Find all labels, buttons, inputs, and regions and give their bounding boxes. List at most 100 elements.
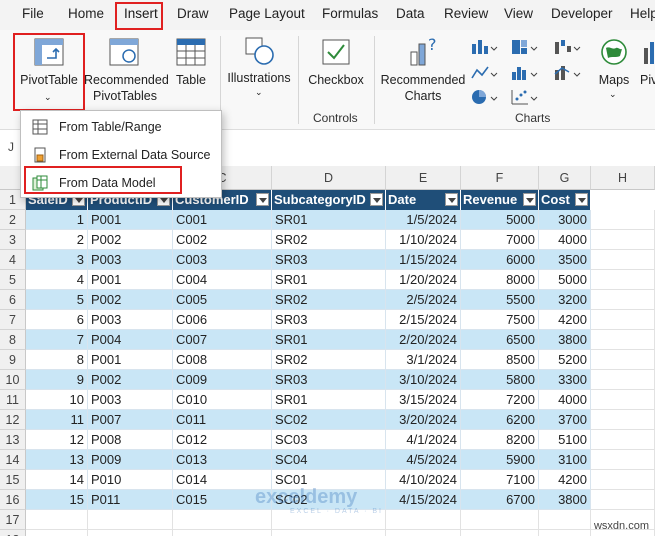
table-cell[interactable]: 4/1/2024 (386, 430, 461, 450)
table-cell[interactable]: 1/10/2024 (386, 230, 461, 250)
table-cell[interactable]: P002 (88, 370, 173, 390)
table-cell[interactable]: 5000 (461, 210, 539, 230)
empty-cell[interactable] (591, 290, 655, 310)
table-cell[interactable]: 1 (26, 210, 88, 230)
row-header[interactable]: 12 (0, 410, 26, 430)
row-header[interactable]: 11 (0, 390, 26, 410)
table-cell[interactable]: C003 (173, 250, 272, 270)
table-cell[interactable]: 3300 (539, 370, 591, 390)
empty-cell[interactable] (386, 510, 461, 530)
empty-cell[interactable] (591, 210, 655, 230)
table-cell[interactable]: 14 (26, 470, 88, 490)
table-cell[interactable]: SR02 (272, 350, 386, 370)
recommended-pivottables-button[interactable]: Recommended PivotTables (84, 34, 169, 104)
table-cell[interactable]: 3200 (539, 290, 591, 310)
row-header[interactable]: 10 (0, 370, 26, 390)
table-cell[interactable]: 6200 (461, 410, 539, 430)
line-chart-icon[interactable] (470, 64, 498, 82)
table-cell[interactable]: C010 (173, 390, 272, 410)
empty-cell[interactable] (591, 270, 655, 290)
table-cell[interactable]: 5 (26, 290, 88, 310)
table-cell[interactable]: 7500 (461, 310, 539, 330)
filter-dropdown-icon[interactable] (575, 193, 588, 206)
row-header[interactable]: 4 (0, 250, 26, 270)
table-cell[interactable]: SR01 (272, 330, 386, 350)
table-cell[interactable]: 1/20/2024 (386, 270, 461, 290)
empty-cell[interactable] (591, 330, 655, 350)
row-header[interactable]: 18 (0, 530, 26, 536)
empty-cell[interactable] (591, 350, 655, 370)
table-cell[interactable]: P001 (88, 210, 173, 230)
table-cell[interactable]: C009 (173, 370, 272, 390)
table-cell[interactable]: P004 (88, 330, 173, 350)
table-cell[interactable]: 2/20/2024 (386, 330, 461, 350)
header-revenue[interactable]: Revenue (461, 190, 539, 210)
header-cost[interactable]: Cost (539, 190, 591, 210)
table-cell[interactable]: 3100 (539, 450, 591, 470)
pivotchart-button[interactable]: Piv (638, 34, 655, 104)
filter-dropdown-icon[interactable] (256, 193, 269, 206)
table-cell[interactable]: SR01 (272, 390, 386, 410)
empty-cell[interactable] (539, 530, 591, 536)
table-cell[interactable]: 11 (26, 410, 88, 430)
table-cell[interactable]: SR03 (272, 310, 386, 330)
table-button[interactable]: Table (170, 34, 212, 104)
empty-cell[interactable] (461, 530, 539, 536)
row-header[interactable]: 6 (0, 290, 26, 310)
maps-button[interactable]: Maps ⌄ (592, 34, 636, 104)
filter-dropdown-icon[interactable] (445, 193, 458, 206)
empty-cell[interactable] (591, 230, 655, 250)
table-cell[interactable]: 4200 (539, 470, 591, 490)
checkbox-button[interactable]: Checkbox (304, 34, 368, 104)
empty-cell[interactable] (88, 530, 173, 536)
table-cell[interactable]: SR02 (272, 230, 386, 250)
tab-developer[interactable]: Developer (551, 6, 613, 21)
table-cell[interactable]: P001 (88, 270, 173, 290)
table-cell[interactable]: 6 (26, 310, 88, 330)
tab-home[interactable]: Home (68, 6, 104, 21)
table-cell[interactable]: 3/20/2024 (386, 410, 461, 430)
table-cell[interactable]: C001 (173, 210, 272, 230)
empty-cell[interactable] (591, 250, 655, 270)
empty-cell[interactable] (461, 510, 539, 530)
table-cell[interactable]: 8500 (461, 350, 539, 370)
row-header[interactable]: 2 (0, 210, 26, 230)
table-cell[interactable]: 8 (26, 350, 88, 370)
table-cell[interactable]: 6000 (461, 250, 539, 270)
row-header[interactable]: 13 (0, 430, 26, 450)
hierarchy-chart-icon[interactable] (510, 38, 538, 56)
row-header[interactable]: 3 (0, 230, 26, 250)
pie-chart-icon[interactable] (470, 88, 498, 106)
table-cell[interactable]: C004 (173, 270, 272, 290)
combo-chart-icon[interactable] (553, 64, 581, 82)
table-cell[interactable]: 3000 (539, 210, 591, 230)
column-header-f[interactable]: F (461, 166, 539, 190)
table-cell[interactable]: P011 (88, 490, 173, 510)
table-cell[interactable]: 5100 (539, 430, 591, 450)
column-header-d[interactable]: D (272, 166, 386, 190)
row-header[interactable]: 15 (0, 470, 26, 490)
scatter-chart-icon[interactable] (510, 88, 538, 106)
table-cell[interactable]: 5800 (461, 370, 539, 390)
table-cell[interactable]: SR01 (272, 270, 386, 290)
tab-file[interactable]: File (22, 6, 44, 21)
table-cell[interactable]: 3/1/2024 (386, 350, 461, 370)
table-cell[interactable]: SR03 (272, 370, 386, 390)
table-cell[interactable]: 3 (26, 250, 88, 270)
table-cell[interactable]: C006 (173, 310, 272, 330)
empty-cell[interactable] (26, 530, 88, 536)
table-cell[interactable]: C002 (173, 230, 272, 250)
table-cell[interactable]: 9 (26, 370, 88, 390)
column-chart-icon[interactable] (470, 38, 498, 56)
table-cell[interactable]: P007 (88, 410, 173, 430)
table-cell[interactable]: 2/5/2024 (386, 290, 461, 310)
table-cell[interactable]: C008 (173, 350, 272, 370)
table-cell[interactable]: 15 (26, 490, 88, 510)
table-cell[interactable]: C005 (173, 290, 272, 310)
row-header[interactable]: 17 (0, 510, 26, 530)
column-header-g[interactable]: G (539, 166, 591, 190)
illustrations-button[interactable]: Illustrations ⌄ (226, 34, 292, 104)
table-cell[interactable]: 4000 (539, 390, 591, 410)
table-cell[interactable]: P001 (88, 350, 173, 370)
table-cell[interactable]: 6700 (461, 490, 539, 510)
